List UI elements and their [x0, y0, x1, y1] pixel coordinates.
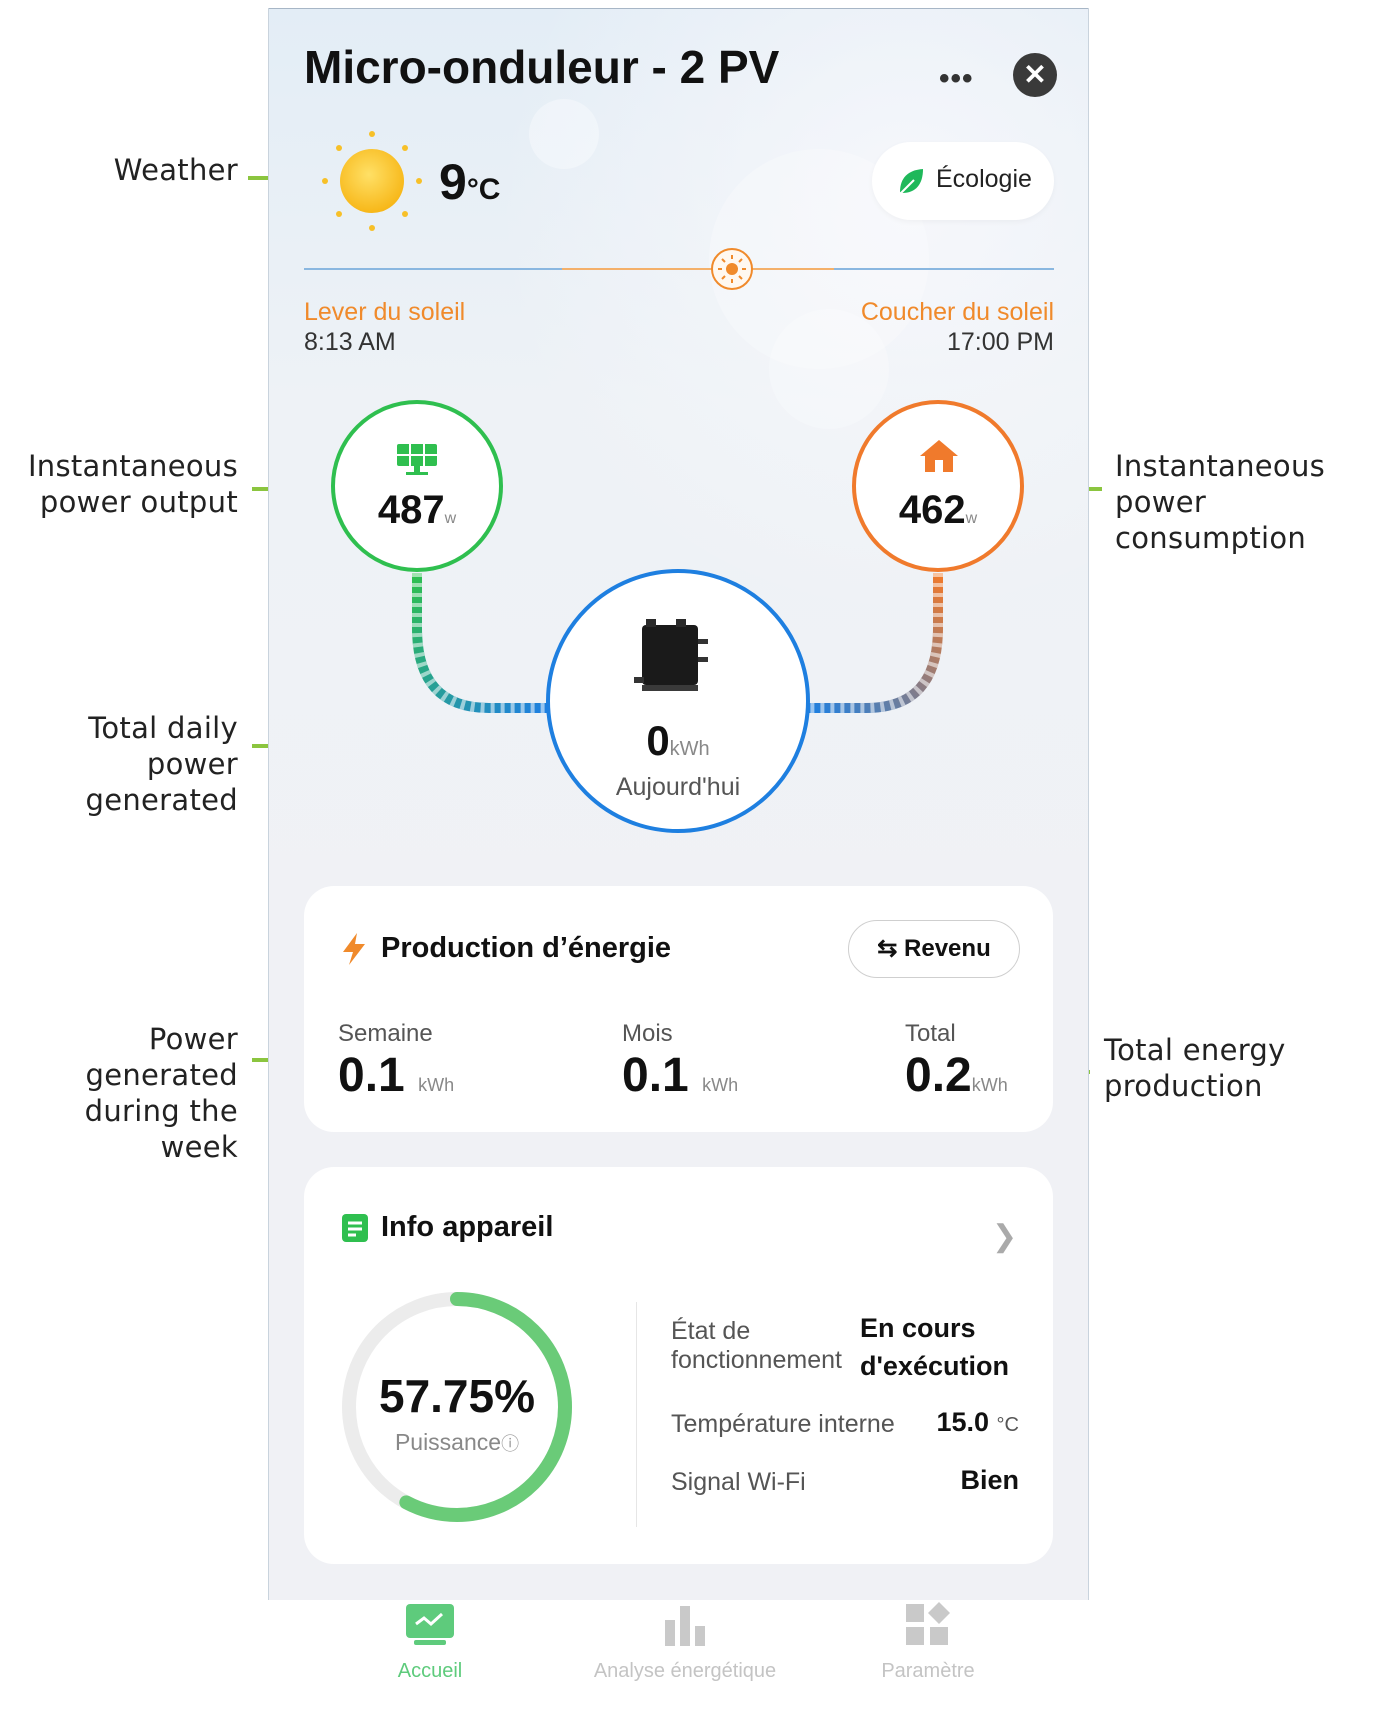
- wifi-signal-value: Bien: [960, 1465, 1019, 1495]
- home-consumption-value: 462w: [856, 488, 1020, 533]
- operating-state-label-line2: fonctionnement: [671, 1346, 842, 1374]
- today-energy-number: 0: [646, 717, 670, 764]
- pv-power-number: 487: [377, 488, 445, 532]
- operating-state-value-line2: d'exécution: [860, 1351, 1009, 1381]
- energy-production-card: Production d’énergie ⇆ Revenu Semaine 0.…: [304, 886, 1053, 1132]
- tab-analyse-label: Analyse énergétique: [593, 1660, 777, 1682]
- total-unit: kWh: [971, 1075, 1008, 1095]
- week-label: Semaine: [338, 1020, 433, 1047]
- annotation-week-generated-line2: during the week: [84, 1094, 238, 1164]
- power-percent: 57.75%: [378, 1370, 535, 1422]
- home-icon: [920, 440, 958, 472]
- tab-accueil[interactable]: Accueil: [380, 1602, 480, 1683]
- bottom-tab-bar: Accueil Analyse énergétique Paramètre: [0, 1592, 1398, 1709]
- help-icon[interactable]: ⓘ: [501, 1434, 519, 1454]
- inverter-daily-circle[interactable]: 0kWh Aujourd'hui: [546, 569, 810, 833]
- annotation-weather: Weather: [113, 153, 238, 187]
- tab-analyse-energetique[interactable]: Analyse énergétique: [570, 1602, 800, 1683]
- pv-power-output-circle[interactable]: 487w: [331, 400, 503, 572]
- internal-temperature-number: 15.0: [936, 1407, 990, 1437]
- annotation-daily-generated-line2: generated: [85, 783, 238, 817]
- bar-chart-icon: [665, 1606, 705, 1646]
- annotation-week-generated-line1: Power generated: [85, 1022, 238, 1092]
- internal-temperature-value: 15.0 °C: [936, 1407, 1019, 1438]
- revenue-toggle-button[interactable]: ⇆ Revenu: [848, 920, 1020, 978]
- total-label: Total: [905, 1020, 956, 1047]
- month-label: Mois: [622, 1020, 673, 1047]
- annotation-power-consumption-line1: Instantaneous: [1115, 449, 1326, 483]
- annotation-power-output: Instantaneous power output: [28, 448, 238, 520]
- settings-grid-icon: [906, 1602, 950, 1645]
- home-consumption-unit: w: [965, 510, 978, 527]
- month-number: 0.1: [622, 1049, 689, 1102]
- tab-accueil-label: Accueil: [397, 1660, 463, 1682]
- device-info-card[interactable]: Info appareil ❯ 57.75% Puissanceⓘ État d…: [304, 1167, 1053, 1564]
- operating-state-value-line1: En cours: [860, 1313, 976, 1343]
- power-label-text: Puissance: [394, 1429, 502, 1455]
- operating-state-label: État de fonctionnement: [671, 1317, 842, 1375]
- revenue-toggle-label: Revenu: [904, 935, 991, 962]
- annotation-total-production-line1: Total energy: [1104, 1033, 1286, 1067]
- month-unit: kWh: [702, 1075, 739, 1095]
- total-number: 0.2: [905, 1049, 972, 1102]
- wifi-signal-label: Signal Wi-Fi: [671, 1468, 806, 1496]
- home-dashboard-icon: [406, 1604, 454, 1645]
- annotation-total-production-line2: production: [1104, 1069, 1263, 1103]
- production-title: Production d’énergie: [381, 932, 672, 964]
- info-divider: [636, 1302, 637, 1527]
- internal-temperature-unit: °C: [996, 1414, 1019, 1436]
- lightning-icon: [343, 933, 365, 965]
- pv-power-value: 487w: [335, 488, 499, 533]
- microinverter-icon: [634, 619, 708, 691]
- annotation-daily-generated-line1: Total daily power: [88, 711, 238, 781]
- app-screen: Micro-onduleur - 2 PV ••• ✕ 9°C Écologie: [268, 8, 1089, 1600]
- pv-power-unit: w: [444, 510, 457, 527]
- swap-icon: ⇆: [877, 935, 898, 962]
- device-info-title: Info appareil: [381, 1211, 554, 1243]
- month-value: 0.1 kWh: [622, 1048, 738, 1103]
- tab-parametre-label: Paramètre: [881, 1660, 975, 1682]
- solar-panel-icon: [397, 444, 437, 475]
- annotation-power-output-line1: Instantaneous: [27, 449, 238, 483]
- today-label: Aujourd'hui: [615, 773, 741, 801]
- home-consumption-number: 462: [898, 488, 966, 532]
- device-info-icon: [342, 1214, 368, 1242]
- annotation-power-consumption: Instantaneous power consumption: [1115, 448, 1398, 556]
- week-unit: kWh: [418, 1075, 455, 1095]
- tab-parametre[interactable]: Paramètre: [878, 1602, 978, 1683]
- annotation-power-output-line2: power output: [39, 485, 238, 519]
- annotation-total-production: Total energy production: [1104, 1032, 1286, 1104]
- chevron-right-icon[interactable]: ❯: [992, 1219, 1017, 1254]
- annotation-daily-generated: Total daily power generated: [0, 710, 238, 818]
- internal-temperature-label: Température interne: [671, 1410, 895, 1438]
- annotation-power-consumption-line2: power consumption: [1115, 485, 1307, 555]
- power-label: Puissanceⓘ: [337, 1429, 577, 1456]
- annotation-week-generated: Power generated during the week: [0, 1021, 238, 1165]
- today-energy-value: 0kWh: [550, 717, 806, 765]
- operating-state-label-line1: État de: [671, 1317, 751, 1345]
- home-consumption-circle[interactable]: 462w: [852, 400, 1024, 572]
- week-value: 0.1 kWh: [338, 1048, 454, 1103]
- week-number: 0.1: [338, 1049, 405, 1102]
- operating-state-value: En cours d'exécution: [860, 1309, 1009, 1385]
- total-value: 0.2kWh: [905, 1048, 1008, 1103]
- today-energy-unit: kWh: [669, 738, 710, 760]
